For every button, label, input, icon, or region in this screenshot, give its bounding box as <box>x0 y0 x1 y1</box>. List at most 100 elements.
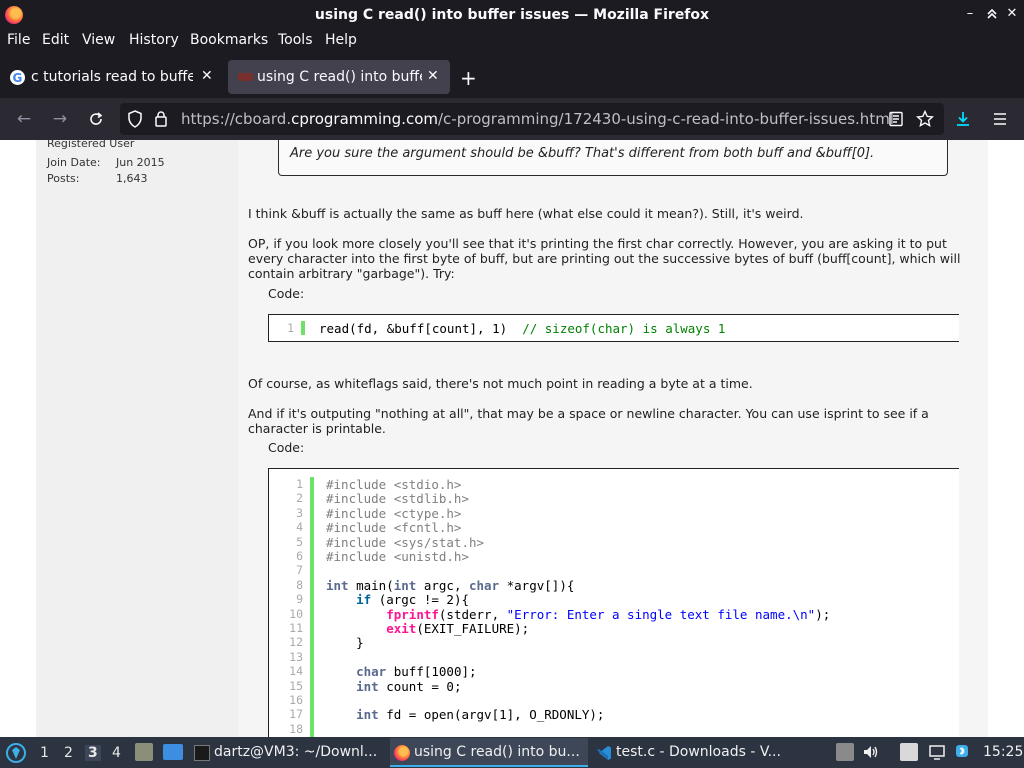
line-number: 9 <box>296 592 303 607</box>
window-titlebar: using C read() into buffer issues — Mozi… <box>0 0 1024 30</box>
code-gutter-bar <box>301 321 305 335</box>
post-body: Are you sure the argument should be &buf… <box>238 140 988 737</box>
close-tab-icon[interactable]: ✕ <box>201 68 213 84</box>
bookmark-star-icon[interactable] <box>915 109 935 132</box>
task-firefox[interactable]: using C read() into bu... <box>390 738 588 767</box>
code-line: if (argc != 2){ <box>356 592 470 608</box>
url-bar[interactable]: https://cboard.cprogramming.com/c-progra… <box>120 103 944 135</box>
downloads-icon[interactable] <box>952 108 974 130</box>
code-line: fprintf(stderr, "Error: Enter a single t… <box>386 606 831 622</box>
code-line: #include <unistd.h> <box>326 549 469 564</box>
code-line: #include <ctype.h> <box>326 505 462 521</box>
code-line: #include <fcntl.h> <box>326 520 462 536</box>
line-number: 18 <box>289 721 303 736</box>
close-tab-icon[interactable]: ✕ <box>427 68 439 84</box>
line-number: 11 <box>289 621 303 635</box>
menu-edit[interactable]: Edit <box>42 32 69 48</box>
app-menu-icon[interactable] <box>989 108 1011 130</box>
tab-label: c tutorials read to buffer <box>31 69 193 85</box>
menu-bookmarks[interactable]: Bookmarks <box>190 32 268 48</box>
svg-text:G: G <box>13 71 23 85</box>
code-line: #include <stdlib.h> <box>326 491 469 507</box>
workspace-1[interactable]: 1 <box>40 745 49 761</box>
line-number: 4 <box>296 520 303 535</box>
clipboard-tray-icon[interactable] <box>836 743 854 761</box>
posts-value: 1,643 <box>116 172 148 185</box>
reader-view-icon[interactable] <box>888 111 904 131</box>
line-number: 7 <box>296 563 303 578</box>
tab-c-tutorials[interactable]: G c tutorials read to buffer ✕ <box>0 60 222 94</box>
lock-icon[interactable] <box>154 110 168 131</box>
page-content: Registered User Join Date: Jun 2015 Post… <box>0 140 1024 737</box>
tab-label: using C read() into buffer <box>257 69 422 85</box>
join-date-value: Jun 2015 <box>116 156 165 169</box>
clock: 15:25 <box>983 744 1024 760</box>
tab-using-c-read[interactable]: using C read() into buffer ✕ <box>228 60 450 94</box>
menu-history[interactable]: History <box>129 32 179 48</box>
maximize-button[interactable] <box>984 6 1000 22</box>
taskbar: 1 2 3 4 dartz@VM3: ~/Downl... using C re… <box>0 737 1024 768</box>
menu-view[interactable]: View <box>82 32 115 48</box>
menu-file[interactable]: File <box>7 32 30 48</box>
line-number: 17 <box>289 707 303 722</box>
new-tab-button[interactable]: + <box>460 66 477 90</box>
line-number: 13 <box>289 649 303 664</box>
user-rank: Registered User <box>47 140 135 150</box>
cprogramming-favicon-icon <box>238 73 253 81</box>
code-line: int count = 0; <box>356 678 462 694</box>
minimize-button[interactable]: – <box>962 6 978 22</box>
bluetooth-icon[interactable] <box>955 743 973 761</box>
menu-tools[interactable]: Tools <box>278 32 313 48</box>
menu-help[interactable]: Help <box>325 32 357 48</box>
workspace-3[interactable]: 3 <box>85 745 101 761</box>
post-paragraph: I think &buff is actually the same as bu… <box>248 206 804 221</box>
code-gutter-bar <box>310 477 314 737</box>
post-paragraph: OP, if you look more closely you'll see … <box>248 236 961 281</box>
join-date-label: Join Date: <box>47 156 101 169</box>
code-block-2[interactable]: 1 #include <stdio.h> 2 #include <stdlib.h> 3… <box>268 468 959 737</box>
url-text[interactable]: https://cboard.cprogramming.com/c-progra… <box>181 110 894 128</box>
code-line: read(fd, &buff[count], 1) // sizeof(char… <box>319 321 726 336</box>
code-line: #include <sys/stat.h> <box>326 534 485 550</box>
workspace-2[interactable]: 2 <box>64 745 73 761</box>
line-number: 16 <box>289 693 303 707</box>
start-menu-icon[interactable] <box>5 742 27 768</box>
code-line: #include <stdio.h> <box>326 477 462 492</box>
terminal-icon <box>194 745 210 761</box>
line-number: 1 <box>296 477 303 491</box>
code-line: exit(EXIT_FAILURE); <box>386 621 530 636</box>
code-block-1[interactable]: 1 read(fd, &buff[count], 1) // sizeof(ch… <box>268 314 959 342</box>
quote-text: Are you sure the argument should be &buf… <box>290 146 875 161</box>
task-vscode[interactable]: test.c - Downloads - V... <box>592 738 788 767</box>
code-line: char buff[1000]; <box>356 664 477 680</box>
code-line: } <box>326 635 364 651</box>
code-line: int main(int argc, char *argv[]){ <box>326 577 575 593</box>
window-title: using C read() into buffer issues — Mozi… <box>314 7 710 23</box>
posts-label: Posts: <box>47 172 80 185</box>
code-line: int fd = open(argv[1], O_RDONLY); <box>356 707 605 723</box>
line-number: 3 <box>296 505 303 520</box>
line-number: 14 <box>289 664 303 679</box>
reload-button[interactable] <box>85 108 107 130</box>
file-manager-icon[interactable] <box>135 743 153 761</box>
show-desktop-icon[interactable] <box>163 744 183 760</box>
post-paragraph: Of course, as whiteflags said, there's n… <box>248 376 753 391</box>
google-favicon-icon: G <box>10 70 25 85</box>
navigation-bar: ← → https://cboard.cprogramming.com/c-pr… <box>0 98 1024 140</box>
line-number: 6 <box>296 549 303 563</box>
code-label: Code: <box>268 286 305 301</box>
back-button[interactable]: ← <box>13 108 35 130</box>
close-window-button[interactable]: ✕ <box>1004 6 1020 22</box>
notes-tray-icon[interactable] <box>900 743 918 761</box>
forward-button[interactable]: → <box>49 108 71 130</box>
tracking-protection-shield-icon[interactable] <box>127 110 143 132</box>
line-number: 15 <box>289 678 303 693</box>
vscode-icon <box>596 745 612 761</box>
network-icon[interactable] <box>928 743 946 761</box>
line-number: 1 <box>287 321 294 335</box>
workspace-4[interactable]: 4 <box>112 745 121 761</box>
line-number: 2 <box>296 491 303 506</box>
task-terminal[interactable]: dartz@VM3: ~/Downl... <box>190 738 386 767</box>
post-paragraph: And if it's outputing "nothing at all", … <box>248 406 929 436</box>
volume-icon[interactable] <box>862 743 880 761</box>
